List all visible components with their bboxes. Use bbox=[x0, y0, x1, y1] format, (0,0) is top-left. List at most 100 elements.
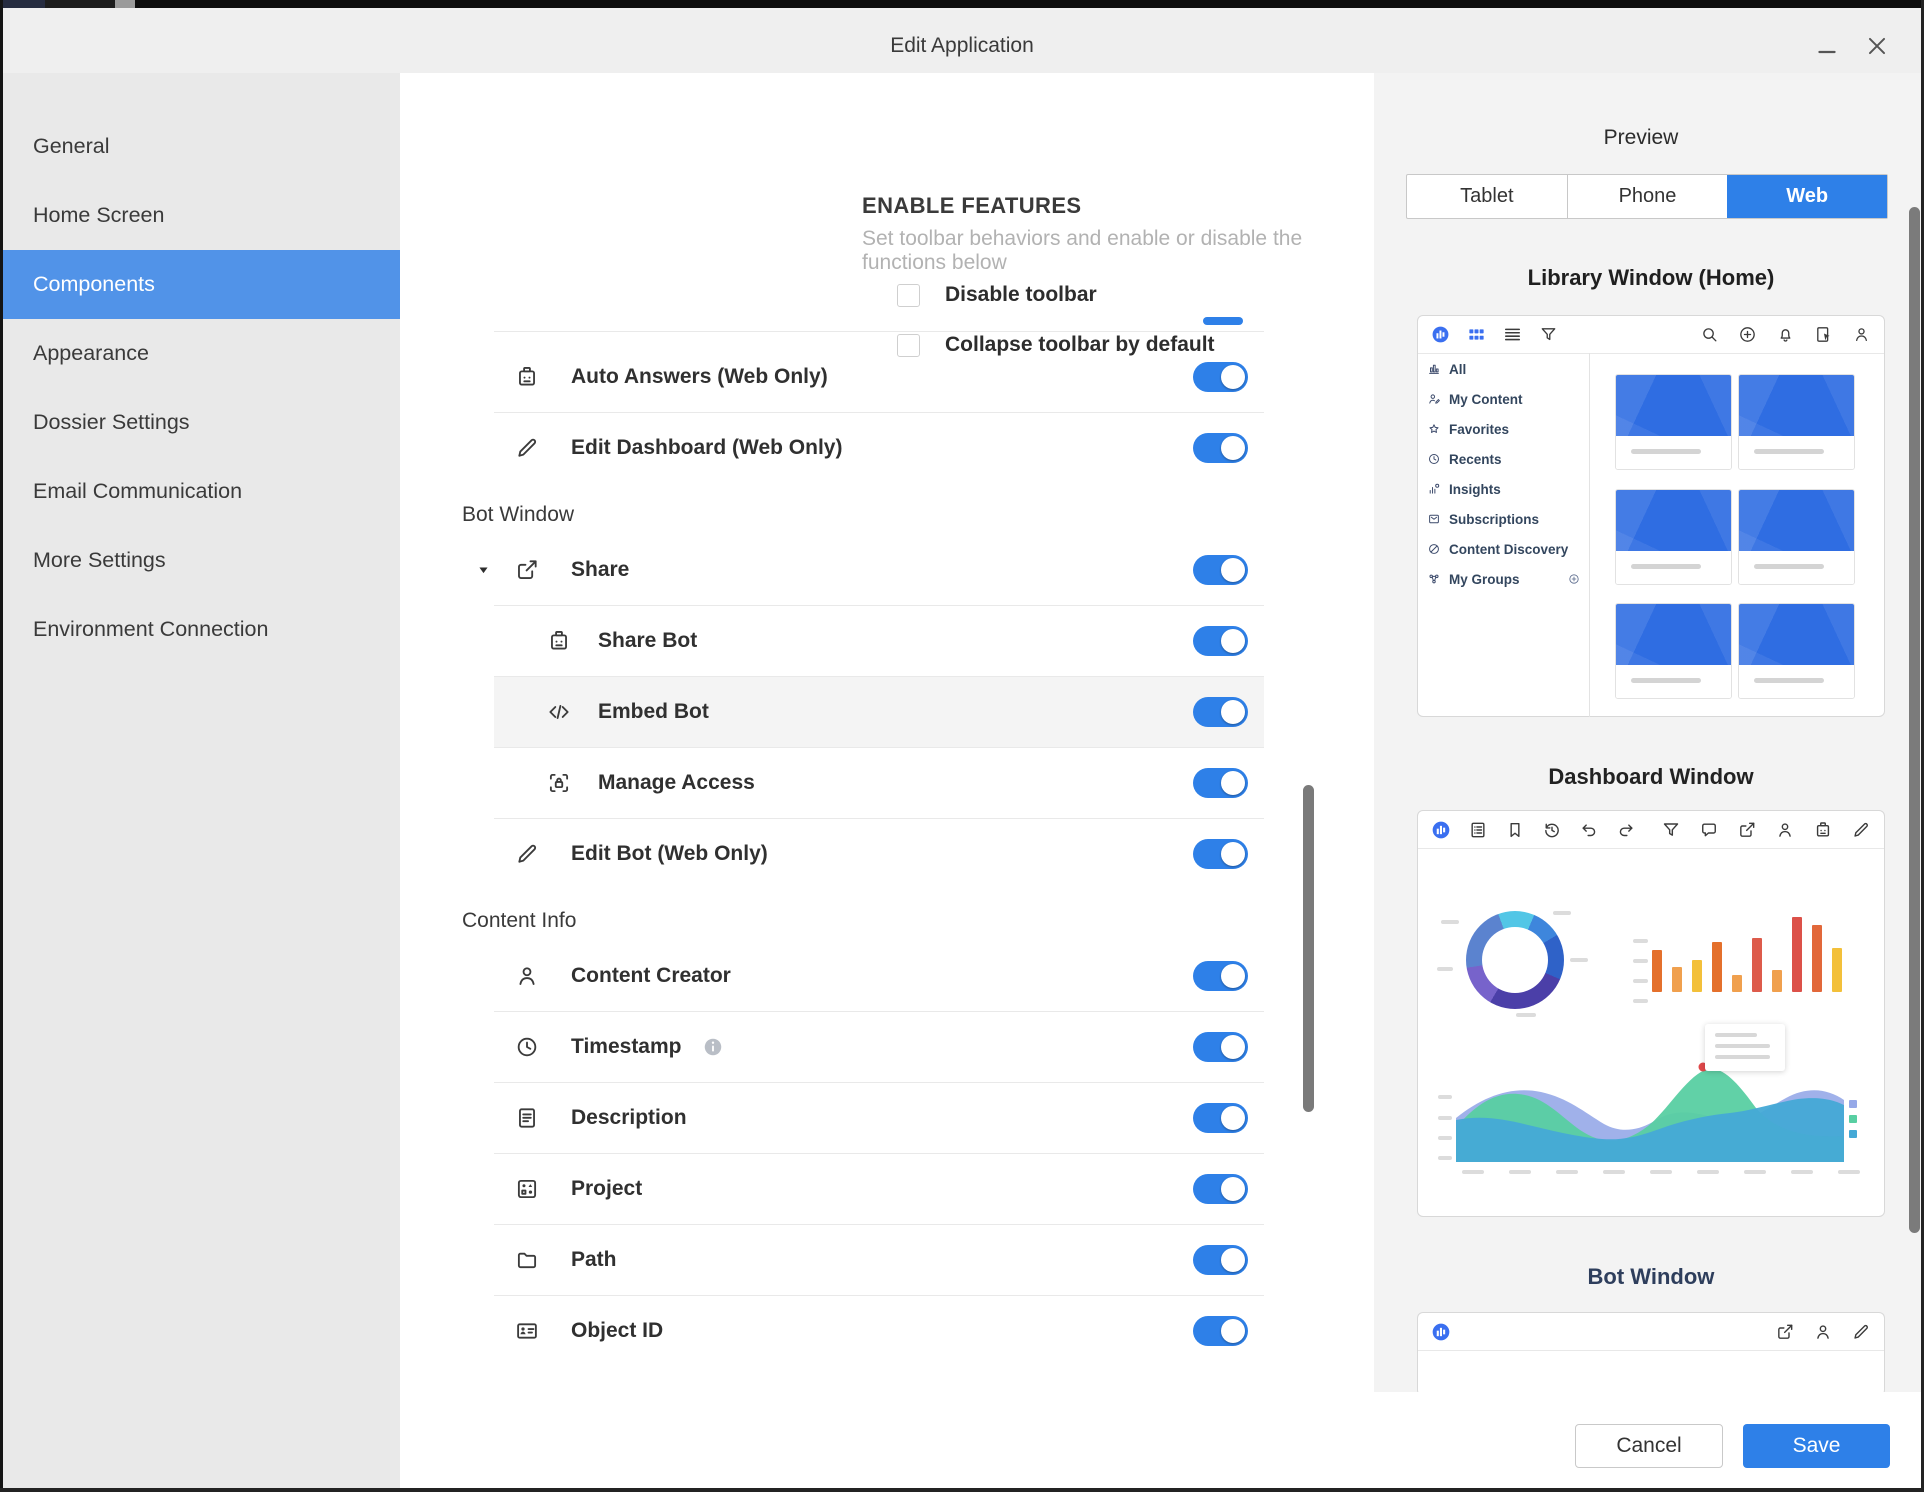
library-window-title: Library Window (Home) bbox=[1417, 265, 1885, 291]
label-placeholder bbox=[1516, 1013, 1536, 1017]
window-scrollbar-thumb[interactable] bbox=[1909, 207, 1920, 1233]
tab-web[interactable]: Web bbox=[1727, 175, 1887, 218]
sidebar-item-home-screen[interactable]: Home Screen bbox=[3, 181, 400, 250]
star-icon bbox=[1427, 422, 1441, 436]
window-border bbox=[0, 1488, 1924, 1492]
timestamp-toggle[interactable] bbox=[1193, 1032, 1248, 1062]
plus-circle-icon bbox=[1568, 573, 1580, 585]
manage-access-toggle[interactable] bbox=[1193, 768, 1248, 798]
embed-bot-toggle[interactable] bbox=[1193, 697, 1248, 727]
info-icon[interactable] bbox=[702, 1036, 724, 1058]
feature-row-path: Path bbox=[400, 1224, 1374, 1296]
history-icon bbox=[1542, 820, 1562, 840]
plus-circle-icon bbox=[1738, 325, 1757, 344]
label-placeholder bbox=[1437, 967, 1453, 971]
code-icon bbox=[546, 699, 572, 725]
cancel-button[interactable]: Cancel bbox=[1575, 1424, 1723, 1468]
label-placeholder bbox=[1509, 1170, 1531, 1174]
bot-window-title: Bot Window bbox=[1417, 1264, 1885, 1290]
pencil-icon bbox=[514, 435, 540, 461]
tile-thumbnail bbox=[1616, 375, 1731, 436]
label-placeholder bbox=[1791, 1170, 1813, 1174]
share-expander[interactable] bbox=[476, 563, 491, 578]
edit-dashboard-web-only-toggle[interactable] bbox=[1193, 433, 1248, 463]
person-edit-icon bbox=[1427, 392, 1441, 406]
auto-answers-web-only-toggle[interactable] bbox=[1193, 362, 1248, 392]
library-sidebar-divider bbox=[1589, 353, 1590, 717]
tile-title-placeholder bbox=[1631, 678, 1701, 683]
clock-icon bbox=[1427, 452, 1441, 466]
share-icon bbox=[514, 557, 540, 583]
search-icon bbox=[1700, 325, 1719, 344]
label-placeholder bbox=[1553, 911, 1571, 915]
groups-icon bbox=[1427, 572, 1441, 586]
description-toggle[interactable] bbox=[1193, 1103, 1248, 1133]
tile-title-placeholder bbox=[1631, 449, 1701, 454]
dialog-title: Edit Application bbox=[3, 34, 1921, 58]
object-id-toggle[interactable] bbox=[1193, 1316, 1248, 1346]
background-window-handle bbox=[115, 0, 135, 8]
area-chart bbox=[1456, 1056, 1844, 1162]
dashboard-window-title: Dashboard Window bbox=[1417, 764, 1885, 790]
label-placeholder bbox=[1438, 1156, 1452, 1160]
project-toggle[interactable] bbox=[1193, 1174, 1248, 1204]
preview-title: Preview bbox=[1374, 126, 1908, 150]
feature-row-object-id: Object ID bbox=[400, 1295, 1374, 1367]
tile-thumbnail bbox=[1739, 375, 1854, 436]
library-nav-label: Insights bbox=[1449, 482, 1501, 497]
bar bbox=[1652, 950, 1662, 992]
bot-icon bbox=[1813, 820, 1833, 840]
clock-icon bbox=[514, 1034, 540, 1060]
path-toggle[interactable] bbox=[1193, 1245, 1248, 1275]
share-toggle[interactable] bbox=[1193, 555, 1248, 585]
logo-icon bbox=[1431, 325, 1450, 344]
sidebar-item-email-communication[interactable]: Email Communication bbox=[3, 457, 400, 526]
dashboard-toolbar bbox=[1418, 811, 1884, 849]
content-tile bbox=[1615, 374, 1732, 470]
insights-icon bbox=[1427, 482, 1441, 496]
dialog-footer: Cancel Save bbox=[400, 1392, 1921, 1488]
sidebar-item-environment-connection[interactable]: Environment Connection bbox=[3, 595, 400, 664]
feature-row-share-bot: Share Bot bbox=[400, 605, 1374, 677]
sidebar-list: GeneralHome ScreenComponentsAppearanceDo… bbox=[3, 73, 400, 664]
library-nav-favorites: Favorites bbox=[1418, 414, 1588, 444]
feature-label: Edit Bot (Web Only) bbox=[571, 842, 768, 866]
sidebar-item-more-settings[interactable]: More Settings bbox=[3, 526, 400, 595]
library-nav-label: My Groups bbox=[1449, 572, 1520, 587]
logo-icon bbox=[1431, 820, 1451, 840]
feature-label: Timestamp bbox=[571, 1035, 682, 1059]
library-nav-label: Favorites bbox=[1449, 422, 1509, 437]
label-placeholder bbox=[1838, 1170, 1860, 1174]
legend-swatch bbox=[1849, 1100, 1857, 1108]
content-creator-toggle[interactable] bbox=[1193, 961, 1248, 991]
checkbox-label: Disable toolbar bbox=[945, 283, 1097, 307]
title-bar: Edit Application bbox=[3, 8, 1921, 73]
sidebar-item-appearance[interactable]: Appearance bbox=[3, 319, 400, 388]
library-nav-my-groups: My Groups bbox=[1418, 564, 1588, 594]
disable-toolbar-checkbox[interactable] bbox=[897, 284, 920, 307]
sidebar-item-dossier-settings[interactable]: Dossier Settings bbox=[3, 388, 400, 457]
edit-bot-web-only-toggle[interactable] bbox=[1193, 839, 1248, 869]
library-nav-recents: Recents bbox=[1418, 444, 1588, 474]
bar bbox=[1712, 942, 1722, 992]
checkbox-row-disable-toolbar: Disable toolbar bbox=[897, 270, 1215, 320]
bar bbox=[1732, 975, 1742, 992]
chart-tooltip bbox=[1705, 1024, 1785, 1071]
tab-phone[interactable]: Phone bbox=[1567, 175, 1728, 218]
tab-tablet[interactable]: Tablet bbox=[1407, 175, 1567, 218]
main-scrollbar-thumb[interactable] bbox=[1303, 785, 1314, 1112]
close-button[interactable] bbox=[1859, 28, 1895, 64]
content-tile bbox=[1615, 603, 1732, 699]
label-placeholder bbox=[1650, 1170, 1672, 1174]
logo-icon bbox=[1431, 1322, 1451, 1342]
sidebar-item-general[interactable]: General bbox=[3, 112, 400, 181]
pencil-icon bbox=[1851, 820, 1871, 840]
person-icon bbox=[1852, 325, 1871, 344]
legend-swatch bbox=[1849, 1130, 1857, 1138]
sidebar-item-components[interactable]: Components bbox=[3, 250, 400, 319]
background-window-tab bbox=[0, 0, 45, 8]
save-button[interactable]: Save bbox=[1743, 1424, 1890, 1468]
minimize-button[interactable] bbox=[1809, 34, 1845, 70]
content-tile bbox=[1738, 603, 1855, 699]
share-bot-toggle[interactable] bbox=[1193, 626, 1248, 656]
